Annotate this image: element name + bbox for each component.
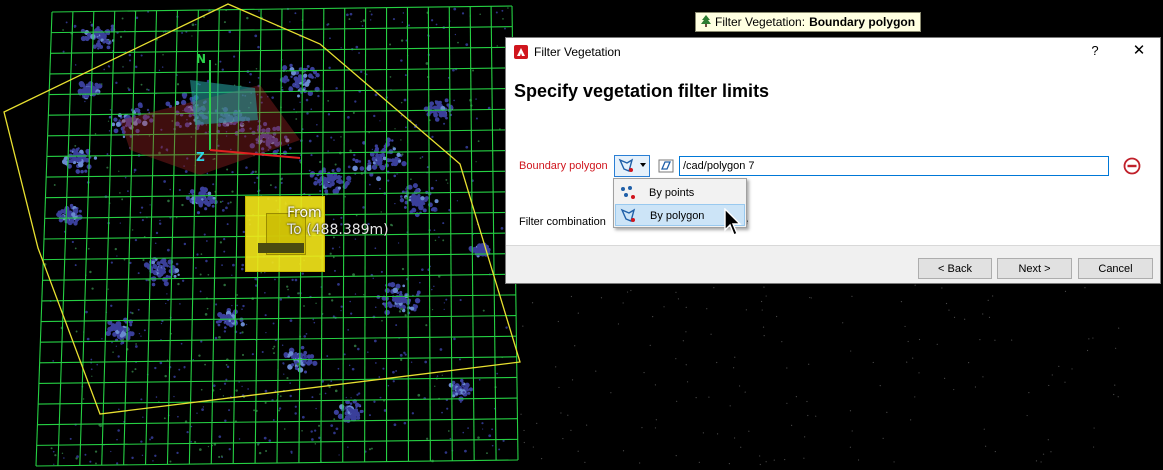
pick-polygon-button[interactable] xyxy=(658,158,674,174)
app-logo-icon xyxy=(514,45,528,59)
boundary-polygon-label: Boundary polygon xyxy=(519,160,608,172)
boundary-mode-dropdown[interactable] xyxy=(614,155,650,177)
points-icon xyxy=(619,185,637,204)
option-label: By polygon xyxy=(650,210,705,222)
chevron-down-icon xyxy=(640,163,646,167)
filter-combination-label: Filter combination xyxy=(519,216,606,228)
polygon-icon xyxy=(618,158,636,179)
tooltip: Filter Vegetation: Boundary polygon xyxy=(695,12,922,32)
measure-from-label: From xyxy=(287,205,322,221)
next-button[interactable]: Next > xyxy=(997,258,1072,279)
boundary-polygon-input[interactable] xyxy=(679,156,1109,176)
dialog-footer: < Back Next > Cancel xyxy=(506,246,1160,283)
close-button[interactable]: ✕ xyxy=(1130,42,1148,60)
dropdown-option-by-points[interactable]: By points xyxy=(615,182,745,204)
z-axis-label: Z xyxy=(196,150,205,164)
measure-box-shadow xyxy=(258,243,304,253)
help-button[interactable]: ? xyxy=(1086,42,1104,60)
dialog-titlebar[interactable]: Filter Vegetation ? ✕ xyxy=(506,38,1160,66)
tooltip-bold: Boundary polygon xyxy=(809,15,916,29)
dialog-title: Filter Vegetation xyxy=(534,45,621,59)
tree-icon xyxy=(701,14,711,30)
mouse-cursor-icon xyxy=(724,207,742,243)
remove-icon[interactable] xyxy=(1123,157,1141,175)
filter-vegetation-dialog: Filter Vegetation ? ✕ Specify vegetation… xyxy=(505,37,1161,284)
measure-to-label: To (488.389m) xyxy=(287,222,389,238)
tooltip-prefix: Filter Vegetation: xyxy=(715,15,806,29)
back-button[interactable]: < Back xyxy=(918,258,992,279)
north-axis-label: N xyxy=(196,52,207,66)
cancel-button[interactable]: Cancel xyxy=(1078,258,1153,279)
option-label: By points xyxy=(649,187,695,199)
page-heading: Specify vegetation filter limits xyxy=(514,81,770,101)
polygon-icon xyxy=(620,208,638,227)
